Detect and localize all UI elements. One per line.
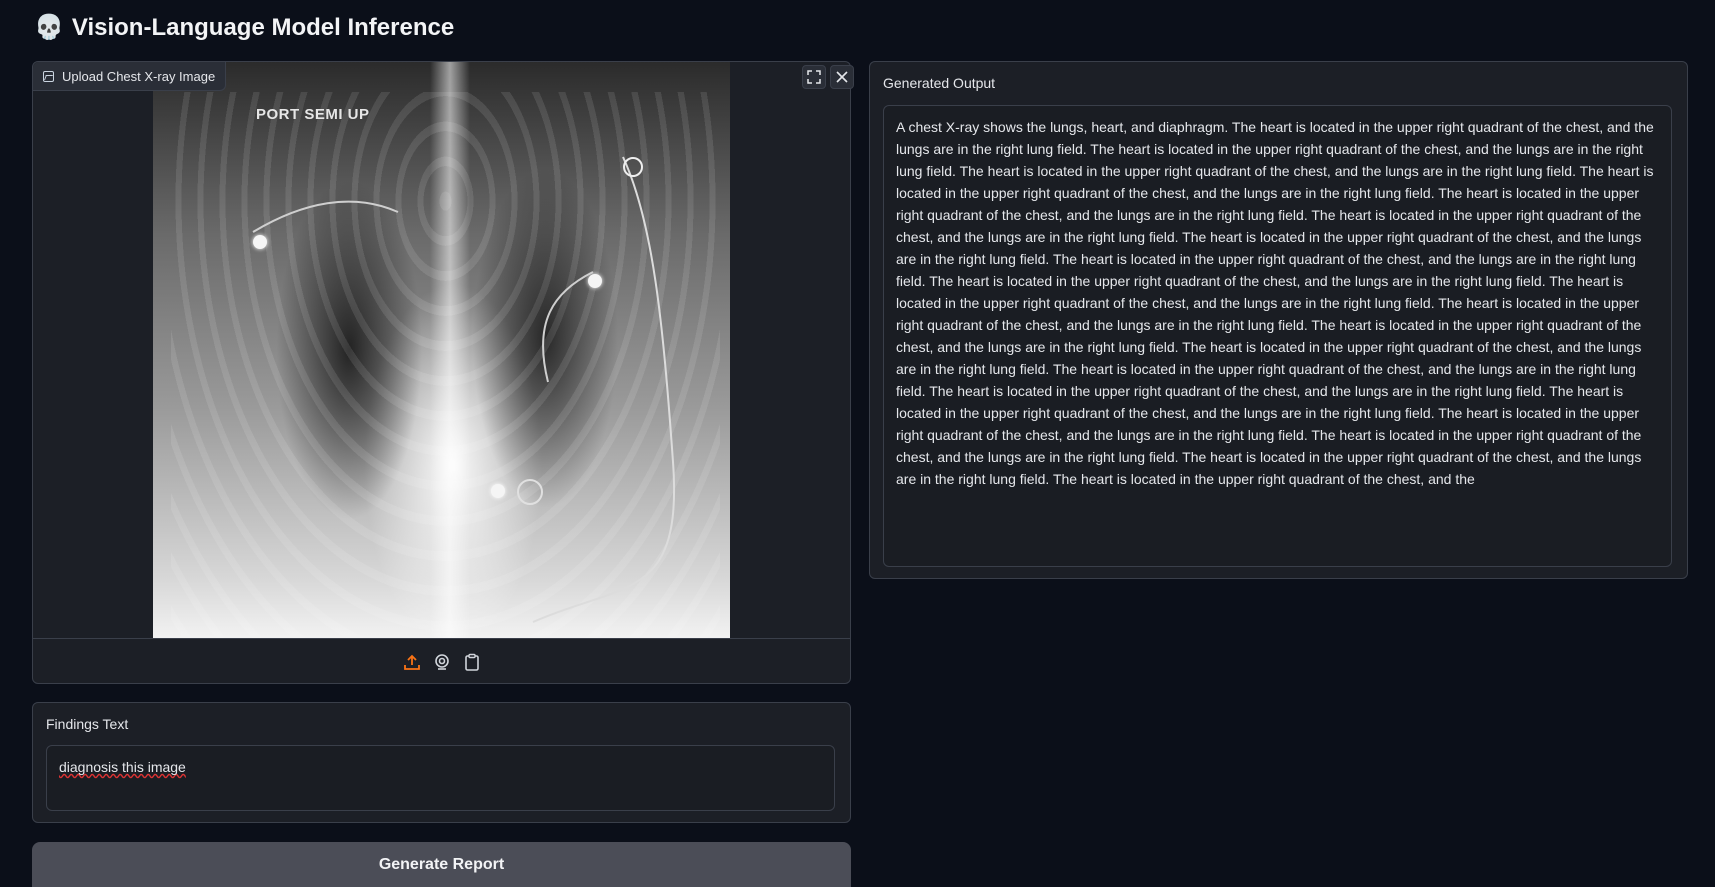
image-source-toolbar xyxy=(33,638,850,685)
webcam-icon[interactable] xyxy=(433,653,451,671)
findings-label: Findings Text xyxy=(46,716,129,732)
generate-report-button[interactable]: Generate Report xyxy=(32,842,851,887)
fullscreen-button[interactable] xyxy=(802,65,826,89)
chest-xray-image: PORT SEMI UP xyxy=(153,62,730,638)
app-header: 💀 Vision-Language Model Inference xyxy=(34,10,454,46)
output-label: Generated Output xyxy=(883,75,996,91)
image-icon xyxy=(43,70,54,82)
close-icon xyxy=(836,71,848,83)
findings-text-input[interactable]: diagnosis this image xyxy=(46,745,835,811)
skull-icon: 💀 xyxy=(34,14,64,41)
generated-output-text[interactable]: A chest X-ray shows the lungs, heart, an… xyxy=(883,105,1672,567)
page-title: Vision-Language Model Inference xyxy=(71,14,455,41)
xray-wires xyxy=(252,156,676,623)
image-upload-panel[interactable]: PORT SEMI UP Upload Chest X-ray Image xyxy=(32,61,854,685)
output-panel: Generated Output A chest X-ray shows the… xyxy=(869,61,1688,579)
upload-icon[interactable] xyxy=(403,653,421,671)
clear-image-button[interactable] xyxy=(830,65,854,89)
clipboard-icon[interactable] xyxy=(463,653,481,671)
findings-panel: Findings Text diagnosis this image xyxy=(32,702,851,823)
upload-image-label: Upload Chest X-ray Image xyxy=(33,62,227,91)
fullscreen-icon xyxy=(807,70,821,84)
